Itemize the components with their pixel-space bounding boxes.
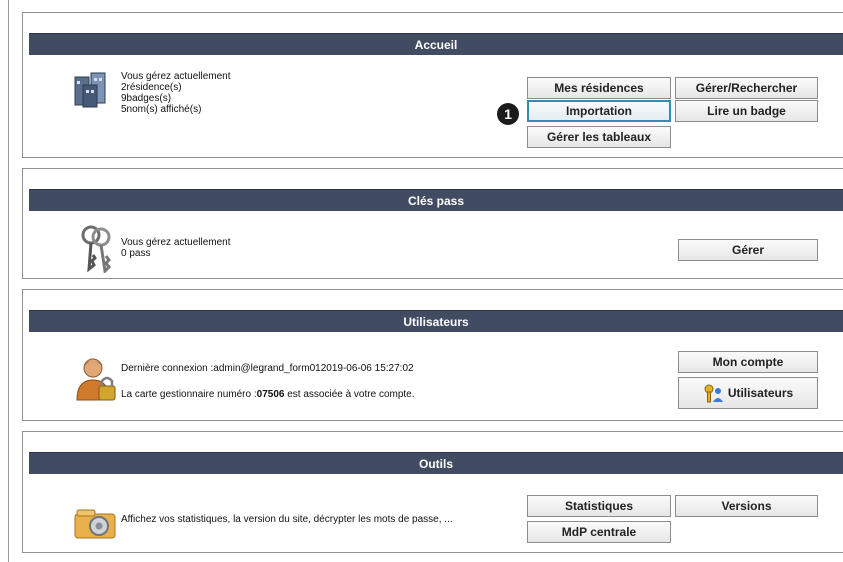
- cles-pass-line-1: Vous gérez actuellement: [121, 237, 231, 248]
- outils-panel: Outils Affichez vos statistiques, la ver…: [22, 431, 843, 553]
- card-info-prefix: La carte gestionnaire numéro :: [121, 389, 257, 400]
- mes-residences-button[interactable]: Mes résidences: [527, 77, 671, 99]
- cles-pass-summary: Vous gérez actuellement 0 pass: [121, 237, 231, 259]
- utilisateurs-panel: Utilisateurs Dernière connexion :admin@l…: [22, 289, 843, 421]
- accueil-header: Accueil: [29, 33, 843, 55]
- cles-pass-panel: Clés pass Vous gérez actuellement 0 pass…: [22, 168, 843, 279]
- gerer-tableaux-button[interactable]: Gérer les tableaux: [527, 126, 671, 148]
- accueil-summary: Vous gérez actuellement 2résidence(s) 9b…: [121, 71, 231, 115]
- lire-badge-button[interactable]: Lire un badge: [675, 100, 818, 122]
- accueil-line-2: 2résidence(s): [121, 82, 182, 93]
- user-lock-icon: [76, 358, 116, 401]
- cles-pass-header: Clés pass: [29, 189, 843, 211]
- versions-button[interactable]: Versions: [675, 495, 818, 517]
- importation-button[interactable]: Importation: [527, 100, 671, 122]
- tools-gear-icon: [74, 509, 116, 539]
- mdp-centrale-button[interactable]: MdP centrale: [527, 521, 671, 543]
- card-info-suffix: est associée à votre compte.: [284, 389, 415, 400]
- accueil-line-1: Vous gérez actuellement: [121, 71, 231, 82]
- accueil-panel: Accueil Vous gérez actuellement 2résiden…: [22, 12, 843, 158]
- outils-header: Outils: [29, 452, 843, 474]
- gerer-pass-button[interactable]: Gérer: [678, 239, 818, 261]
- card-info-text: La carte gestionnaire numéro :07506 est …: [121, 389, 415, 400]
- last-login-text: Dernière connexion :admin@legrand_form01…: [121, 363, 414, 374]
- utilisateurs-header: Utilisateurs: [29, 310, 843, 332]
- keys-icon: [81, 225, 111, 273]
- accueil-line-4: 5nom(s) affiché(s): [121, 104, 202, 115]
- mon-compte-button[interactable]: Mon compte: [678, 351, 818, 373]
- outils-description: Affichez vos statistiques, la version du…: [121, 514, 453, 525]
- cles-pass-line-2: 0 pass: [121, 248, 151, 259]
- gerer-rechercher-button[interactable]: Gérer/Rechercher: [675, 77, 818, 99]
- utilisateurs-button-label: Utilisateurs: [727, 386, 794, 400]
- accueil-line-3: 9badges(s): [121, 93, 172, 104]
- utilisateurs-button[interactable]: Utilisateurs: [678, 377, 818, 409]
- card-number: 07506: [256, 389, 285, 400]
- users-key-icon: [704, 384, 723, 403]
- step-callout-badge: 1: [497, 103, 519, 125]
- buildings-icon: [74, 72, 106, 108]
- statistiques-button[interactable]: Statistiques: [527, 495, 671, 517]
